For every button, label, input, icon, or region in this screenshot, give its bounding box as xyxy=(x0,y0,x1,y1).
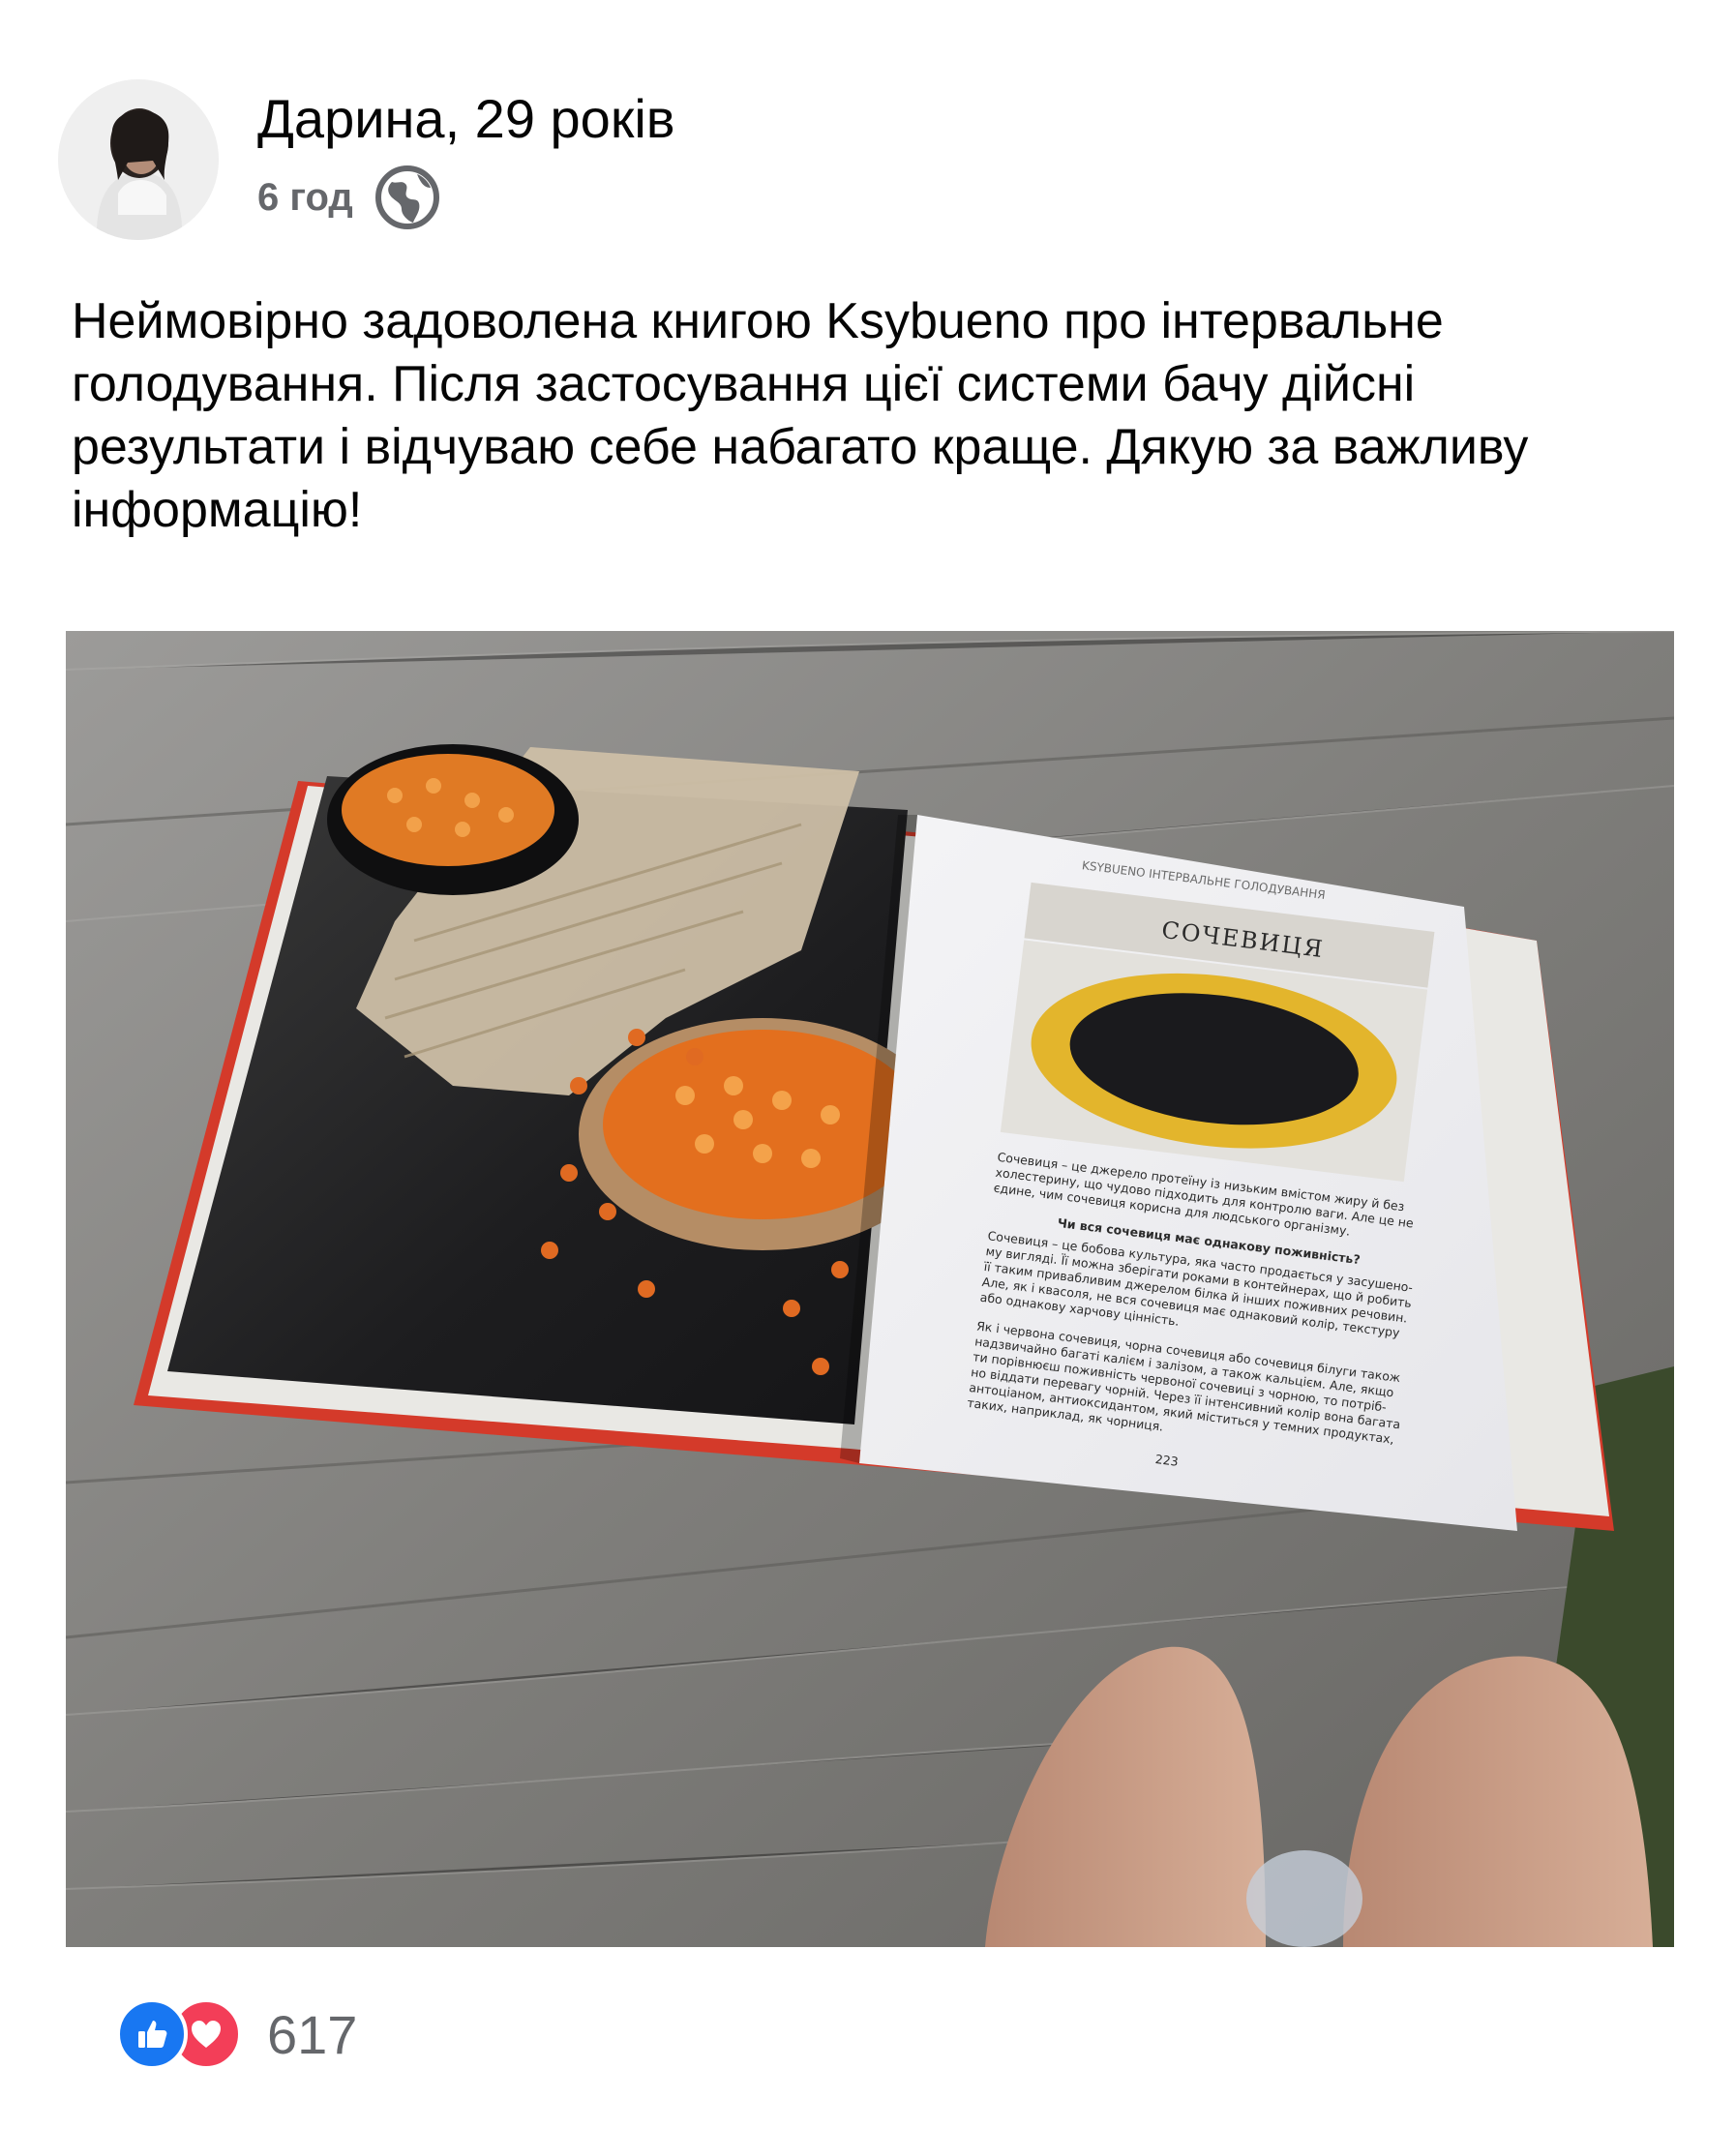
post-header: Дарина, 29 років 6 год xyxy=(58,77,675,242)
post-meta: Дарина, 29 років 6 год xyxy=(257,87,675,232)
globe-icon xyxy=(373,163,442,232)
reaction-count[interactable]: 617 xyxy=(267,2003,357,2066)
time-row: 6 год xyxy=(257,163,675,232)
author-name[interactable]: Дарина, 29 років xyxy=(257,87,675,151)
reaction-icons xyxy=(116,1998,242,2070)
avatar-photo xyxy=(58,79,219,240)
post-text: Неймовірно задоволена книгою Ksybueno пр… xyxy=(72,293,1529,538)
avatar[interactable] xyxy=(58,79,219,240)
book-page-number: 223 xyxy=(1154,1452,1180,1469)
post-time[interactable]: 6 год xyxy=(257,174,353,221)
book-photo: KSYBUENO ІНТЕРВАЛЬНЕ ГОЛОДУВАННЯ СОЧЕВИЦ… xyxy=(66,631,1674,1947)
post-photo[interactable]: KSYBUENO ІНТЕРВАЛЬНЕ ГОЛОДУВАННЯ СОЧЕВИЦ… xyxy=(66,631,1674,1947)
reactions-bar[interactable]: 617 xyxy=(116,1997,357,2071)
like-icon xyxy=(116,1998,188,2070)
